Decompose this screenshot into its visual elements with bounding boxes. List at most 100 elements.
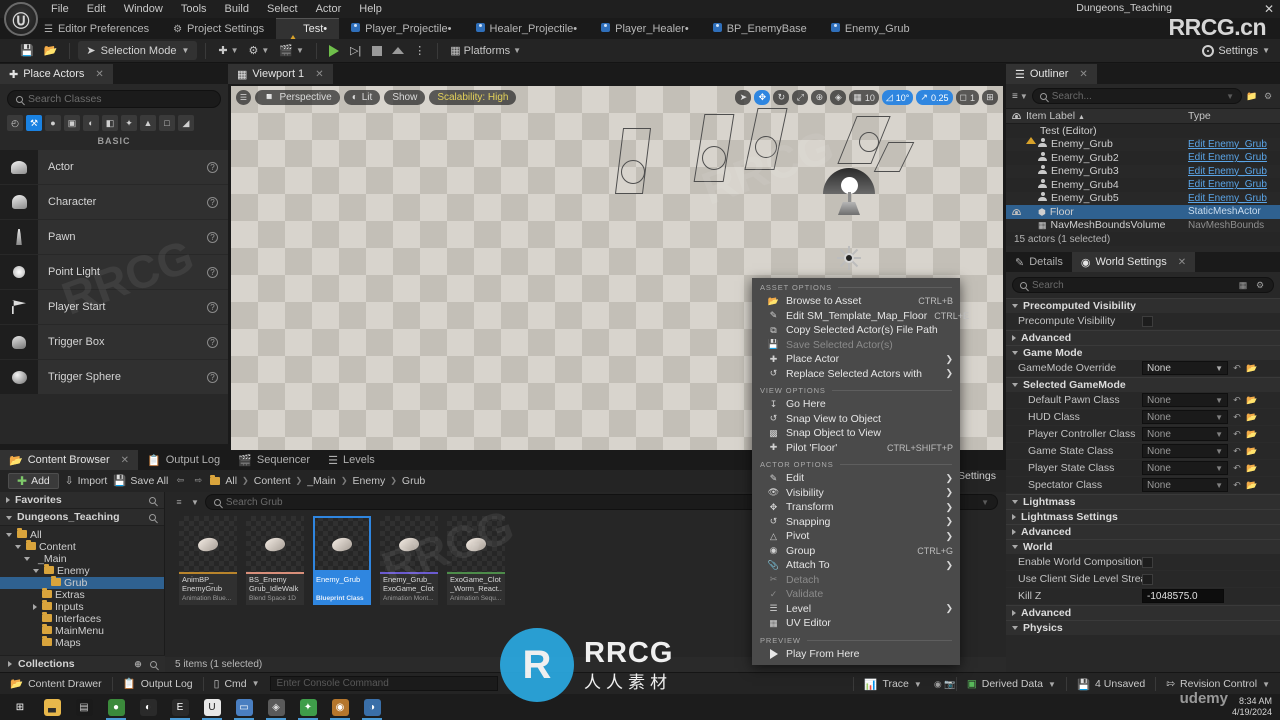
tab-details[interactable]: ✎ Details	[1006, 252, 1072, 272]
outliner-row[interactable]: ⬢ Floor StaticMeshActor	[1006, 205, 1280, 219]
menu-help[interactable]: Help	[350, 0, 391, 18]
chevron-down-icon[interactable]: ▼	[1226, 92, 1234, 101]
visual-effects-icon[interactable]: ◐	[83, 115, 99, 131]
maximize-viewport-button[interactable]: ⊞	[982, 90, 998, 105]
tab-levels[interactable]: ☰ Levels	[319, 450, 384, 470]
dropdown[interactable]: None ▼	[1142, 393, 1228, 407]
outliner-row[interactable]: Enemy_Grub2 Edit Enemy_Grub	[1006, 151, 1280, 165]
chevron-down-icon[interactable]: ▼	[981, 498, 989, 507]
context-item-replace-selected-actors-with[interactable]: ↺ Replace Selected Actors with ❯	[752, 367, 960, 382]
collections-search-icon[interactable]	[150, 660, 157, 668]
reset-to-default-icon[interactable]: ↶	[1231, 411, 1243, 423]
folder-tree-item[interactable]: _Main	[0, 553, 164, 565]
reset-to-default-icon[interactable]: ↶	[1231, 428, 1243, 440]
asset-tab-projectsettings[interactable]: ⚙ Project Settings	[161, 18, 276, 39]
folder-tree-item[interactable]: Grub	[0, 576, 164, 589]
taskbar-unreal-engine-icon[interactable]: U	[196, 694, 228, 720]
context-item-place-actor[interactable]: ✚ Place Actor ❯	[752, 352, 960, 367]
basic-icon[interactable]: ⚒	[26, 115, 42, 131]
save-all-button[interactable]: 💾 Save All	[113, 474, 168, 488]
help-icon[interactable]: ?	[207, 266, 218, 278]
tab-viewport-1[interactable]: ▦ Viewport 1 ✕	[228, 64, 333, 84]
angle-snap-toggle[interactable]: ◿ 10°	[881, 90, 914, 105]
taskbar-maya-icon[interactable]: ✦	[292, 694, 324, 720]
menu-file[interactable]: File	[42, 0, 78, 18]
help-icon[interactable]: ?	[207, 371, 218, 383]
outliner-settings-gear-icon[interactable]: ⚙	[1262, 90, 1274, 102]
view-perspective-dropdown[interactable]: ◽ Perspective	[255, 90, 340, 105]
details-search-input[interactable]: Search ▦ ⚙	[1012, 277, 1274, 293]
reset-to-default-icon[interactable]: ↶	[1231, 394, 1243, 406]
save-current-level-button[interactable]: 💾	[16, 41, 38, 60]
add-collection-icon[interactable]: ⊕	[132, 658, 144, 670]
record-icon[interactable]: ◉	[932, 678, 944, 690]
outliner-row[interactable]: Enemy_Grub4 Edit Enemy_Grub	[1006, 178, 1280, 192]
checkbox[interactable]	[1142, 573, 1153, 585]
context-item-uv-editor[interactable]: ▦ UV Editor	[752, 616, 960, 631]
place-actor-item-player-start[interactable]: Player Start ?	[0, 290, 228, 324]
console-command-input[interactable]: Enter Console Command	[269, 676, 498, 691]
folder-tree-item[interactable]: Maps	[0, 636, 164, 649]
viewport-options-menu-icon[interactable]: ☰	[236, 90, 251, 105]
folder-tree-item[interactable]: Interfaces	[0, 612, 164, 625]
details-category-advanced[interactable]: Advanced	[1006, 330, 1280, 345]
camera-speed-control[interactable]: ◻ 1	[955, 90, 979, 105]
checkbox[interactable]	[1142, 556, 1153, 568]
type-column[interactable]: Type	[1188, 110, 1280, 122]
project-search-icon[interactable]	[149, 513, 156, 521]
details-grid-view-icon[interactable]: ▦	[1237, 279, 1249, 291]
taskbar-terminal-icon[interactable]: ▤	[68, 694, 100, 720]
lights-icon[interactable]: ●	[45, 115, 61, 131]
close-icon[interactable]: ✕	[315, 69, 323, 80]
asset-tile[interactable]: AnimBP_ EnemyGrub Animation Blue...	[179, 516, 237, 605]
menu-window[interactable]: Window	[115, 0, 172, 18]
navigate-back-icon[interactable]: ⇦	[174, 475, 186, 487]
context-item-visibility[interactable]: 👁 Visibility ❯	[752, 486, 960, 501]
misc-icon[interactable]: ◢	[178, 115, 194, 131]
details-category-precomputed-visibility[interactable]: Precomputed Visibility	[1006, 298, 1280, 313]
taskbar-blender-icon[interactable]: ◉	[324, 694, 356, 720]
taskbar-epic-games-icon[interactable]: E	[164, 694, 196, 720]
platforms-button[interactable]: ▦ Platforms ▼	[446, 41, 525, 60]
favorites-search-icon[interactable]	[149, 496, 156, 504]
context-item-transform[interactable]: ✥ Transform ❯	[752, 500, 960, 515]
stop-button[interactable]	[367, 41, 386, 60]
asset-tile[interactable]: ExoGame_Clot _Worm_React... Animation Seq…	[447, 516, 505, 605]
breadcrumb-item[interactable]: All	[225, 475, 237, 487]
menu-select[interactable]: Select	[258, 0, 307, 18]
geometry-icon[interactable]: ◧	[102, 115, 118, 131]
taskbar-browser-icon[interactable]: ◑	[356, 694, 388, 720]
derived-data-button[interactable]: ▣ Derived Data ▼	[957, 673, 1066, 695]
folder-tree-item[interactable]: Inputs	[0, 600, 164, 613]
move-tool[interactable]: ✥	[754, 90, 771, 105]
help-icon[interactable]: ?	[207, 161, 218, 173]
dropdown[interactable]: None ▼	[1142, 427, 1228, 441]
volumes-icon[interactable]: ✦	[121, 115, 137, 131]
item-label-column[interactable]: Item Label ▲	[1026, 110, 1188, 122]
cmd-mode-dropdown[interactable]: ▯ Cmd ▼	[204, 673, 270, 695]
context-item-pivot[interactable]: △ Pivot ❯	[752, 529, 960, 544]
context-item-level[interactable]: ☰ Level ❯	[752, 602, 960, 617]
browse-content-button[interactable]: 📂	[40, 41, 62, 60]
details-category-lightmass[interactable]: Lightmass	[1006, 494, 1280, 509]
dropdown[interactable]: None ▼	[1142, 478, 1228, 492]
context-item-group[interactable]: ◉ Group CTRL+G	[752, 544, 960, 559]
place-actor-item-trigger-box[interactable]: Trigger Box ?	[0, 325, 228, 359]
asset-tile[interactable]: Enemy_Grub Blueprint Class	[313, 516, 371, 605]
asset-tab-test[interactable]: Test•	[276, 18, 340, 43]
directional-light-actor[interactable]	[823, 168, 875, 218]
editor-settings-button[interactable]: Settings ▼	[1202, 44, 1270, 57]
context-item-snap-view-to-object[interactable]: ↺ Snap View to Object	[752, 412, 960, 427]
shapes-icon[interactable]: □	[159, 115, 175, 131]
asset-tab-healerprojectile[interactable]: Healer_Projectile•	[464, 18, 590, 39]
sky-light-actor[interactable]	[837, 246, 861, 270]
asset-tab-enemygrub[interactable]: Enemy_Grub	[819, 18, 922, 39]
taskbar-media-icon[interactable]: ◐	[132, 694, 164, 720]
menu-edit[interactable]: Edit	[78, 0, 115, 18]
navigate-forward-icon[interactable]: ⇨	[192, 475, 204, 487]
context-item-go-here[interactable]: ↧ Go Here	[752, 397, 960, 412]
output-log-button[interactable]: 📋 Output Log	[113, 673, 203, 695]
dropdown[interactable]: None ▼	[1142, 461, 1228, 475]
help-icon[interactable]: ?	[207, 196, 218, 208]
help-icon[interactable]: ?	[207, 231, 218, 243]
